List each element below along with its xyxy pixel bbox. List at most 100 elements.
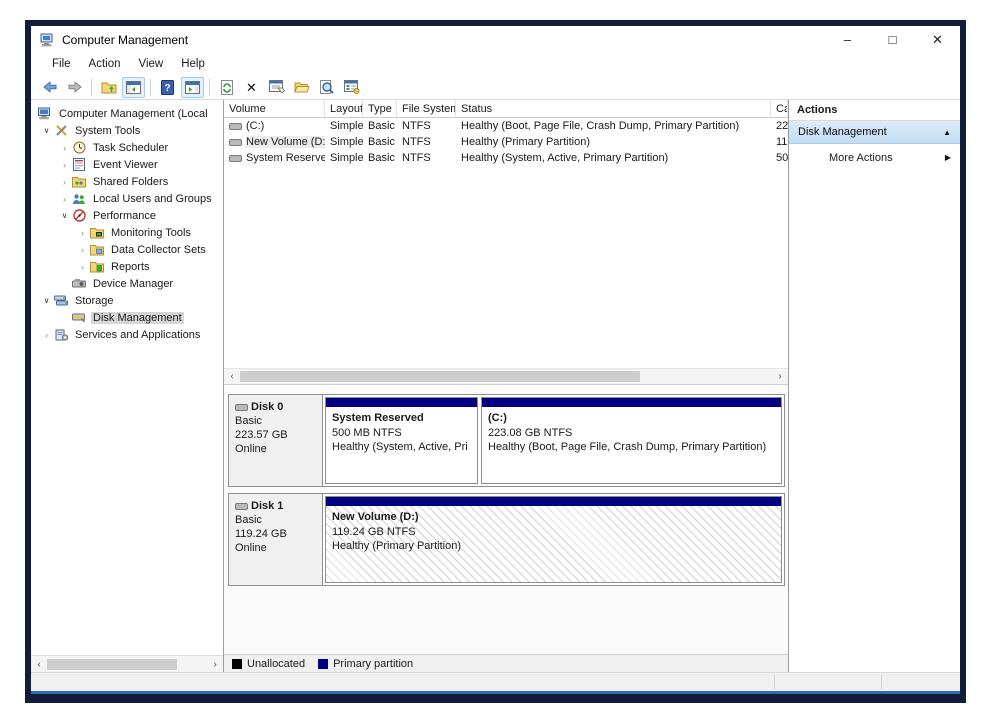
scroll-right-arrow[interactable]: › [772, 371, 788, 382]
partition-new-volume-d[interactable]: New Volume (D:) 119.24 GB NTFS Healthy (… [325, 496, 782, 583]
shared-folders-icon [71, 175, 87, 189]
tree-item-reports[interactable]: › Reports [31, 258, 223, 275]
chevron-right-icon[interactable]: › [58, 177, 71, 187]
toolbar-separator [91, 79, 92, 96]
tree-item-performance[interactable]: ∨ Performance [31, 207, 223, 224]
collapse-arrow-icon[interactable]: ▲ [943, 128, 951, 137]
chevron-down-icon[interactable]: ∨ [40, 126, 53, 135]
disk-management-pane: Volume Layout Type File System Status Ca… [224, 100, 789, 672]
tree-item-event-viewer[interactable]: › Event Viewer [31, 156, 223, 173]
status-bar [31, 672, 960, 694]
toolbar-separator [150, 79, 151, 96]
scroll-left-arrow[interactable]: ‹ [224, 371, 240, 382]
refresh-button[interactable] [215, 77, 238, 98]
computer-icon [37, 107, 53, 121]
storage-icon [53, 294, 69, 308]
tree-item-data-collector-sets[interactable]: › Data Collector Sets [31, 241, 223, 258]
disk-1-row: Disk 1 Basic 119.24 GB Online New Volume… [228, 493, 785, 586]
tree-item-device-manager[interactable]: Device Manager [31, 275, 223, 292]
partition-system-reserved[interactable]: System Reserved 500 MB NTFS Healthy (Sys… [325, 397, 478, 484]
tree-item-disk-management[interactable]: Disk Management [31, 309, 223, 326]
console-tree-pane: Computer Management (Local ∨ System Tool… [31, 100, 224, 672]
chevron-right-icon[interactable]: › [58, 143, 71, 153]
menu-action[interactable]: Action [80, 56, 130, 72]
delete-button[interactable]: ✕ [240, 77, 263, 98]
chevron-down-icon[interactable]: ∨ [58, 211, 71, 220]
reports-folder-icon [89, 260, 105, 274]
open-folder-button[interactable] [290, 77, 313, 98]
volume-list: Volume Layout Type File System Status Ca… [224, 100, 788, 368]
scroll-left-arrow[interactable]: ‹ [31, 659, 47, 670]
chevron-right-icon[interactable]: › [76, 245, 89, 255]
system-tools-icon [53, 124, 69, 138]
volume-icon [229, 155, 242, 162]
primary-partition-color-swatch [318, 659, 328, 669]
menu-view[interactable]: View [130, 56, 173, 72]
main-area: Computer Management (Local ∨ System Tool… [31, 100, 960, 672]
chevron-right-icon[interactable]: › [58, 160, 71, 170]
maximize-button[interactable]: □ [870, 26, 915, 53]
chevron-right-icon[interactable]: › [76, 262, 89, 272]
forward-button[interactable] [63, 77, 86, 98]
chevron-right-icon[interactable]: › [76, 228, 89, 238]
disk-management-icon [71, 311, 87, 325]
toolbar: ? ✕ [31, 75, 960, 100]
close-button[interactable]: ✕ [915, 26, 960, 53]
tree-item-task-scheduler[interactable]: › Task Scheduler [31, 139, 223, 156]
column-header-status[interactable]: Status [456, 100, 771, 117]
partition-c[interactable]: (C:) 223.08 GB NTFS Healthy (Boot, Page … [481, 397, 782, 484]
event-viewer-icon [71, 158, 87, 172]
monitoring-tools-folder-icon [89, 226, 105, 240]
more-actions-item[interactable]: More Actions ▶ [789, 144, 960, 171]
tree-horizontal-scrollbar[interactable]: ‹ › [31, 655, 223, 672]
properties-button[interactable] [265, 77, 288, 98]
customize-view-button[interactable] [340, 77, 363, 98]
computer-management-window: Computer Management – □ ✕ File Action Vi… [25, 20, 966, 703]
column-header-volume[interactable]: Volume [224, 100, 325, 117]
toolbar-separator [209, 79, 210, 96]
unallocated-color-swatch [232, 659, 242, 669]
volume-row-system-reserved[interactable]: System Reserved Simple Basic NTFS Health… [224, 150, 788, 166]
tree-item-services-and-applications[interactable]: › Services and Applications [31, 326, 223, 343]
scroll-thumb[interactable] [47, 659, 177, 670]
status-bar-separator [774, 675, 775, 689]
menu-bar: File Action View Help [31, 53, 960, 75]
chevron-right-icon[interactable]: › [58, 194, 71, 204]
disk-0-label[interactable]: Disk 0 Basic 223.57 GB Online [229, 395, 323, 486]
column-header-type[interactable]: Type [363, 100, 397, 117]
partition-legend: Unallocated Primary partition [224, 654, 788, 672]
volume-icon [229, 139, 242, 146]
menu-help[interactable]: Help [172, 56, 214, 72]
column-header-layout[interactable]: Layout [325, 100, 363, 117]
tree-item-storage[interactable]: ∨ Storage [31, 292, 223, 309]
performance-icon [71, 209, 87, 223]
tree-item-local-users-and-groups[interactable]: › Local Users and Groups [31, 190, 223, 207]
volume-row-new-volume-d[interactable]: New Volume (D:) Simple Basic NTFS Health… [224, 134, 788, 150]
tree-item-computer-management[interactable]: Computer Management (Local [31, 105, 223, 122]
help-button[interactable]: ? [156, 77, 179, 98]
users-icon [71, 192, 87, 206]
find-button[interactable] [315, 77, 338, 98]
actions-pane: Actions Disk Management ▲ More Actions ▶ [789, 100, 960, 672]
menu-file[interactable]: File [43, 56, 80, 72]
column-header-capacity[interactable]: Ca [771, 100, 788, 117]
tree-item-shared-folders[interactable]: › Shared Folders [31, 173, 223, 190]
volume-horizontal-scrollbar[interactable]: ‹ › [224, 368, 788, 385]
chevron-down-icon[interactable]: ∨ [40, 296, 53, 305]
show-hide-console-tree-button[interactable] [122, 77, 145, 98]
services-icon [53, 328, 69, 342]
actions-group-disk-management[interactable]: Disk Management ▲ [789, 121, 960, 144]
scroll-thumb[interactable] [240, 371, 640, 382]
disk-1-label[interactable]: Disk 1 Basic 119.24 GB Online [229, 494, 323, 585]
data-collector-sets-folder-icon [89, 243, 105, 257]
tree-item-system-tools[interactable]: ∨ System Tools [31, 122, 223, 139]
up-one-level-button[interactable] [97, 77, 120, 98]
chevron-right-icon[interactable]: › [40, 330, 53, 340]
column-header-file-system[interactable]: File System [397, 100, 456, 117]
back-button[interactable] [38, 77, 61, 98]
volume-row-c[interactable]: (C:) Simple Basic NTFS Healthy (Boot, Pa… [224, 118, 788, 134]
show-hide-action-pane-button[interactable] [181, 77, 204, 98]
scroll-right-arrow[interactable]: › [207, 659, 223, 670]
tree-item-monitoring-tools[interactable]: › Monitoring Tools [31, 224, 223, 241]
minimize-button[interactable]: – [825, 26, 870, 53]
